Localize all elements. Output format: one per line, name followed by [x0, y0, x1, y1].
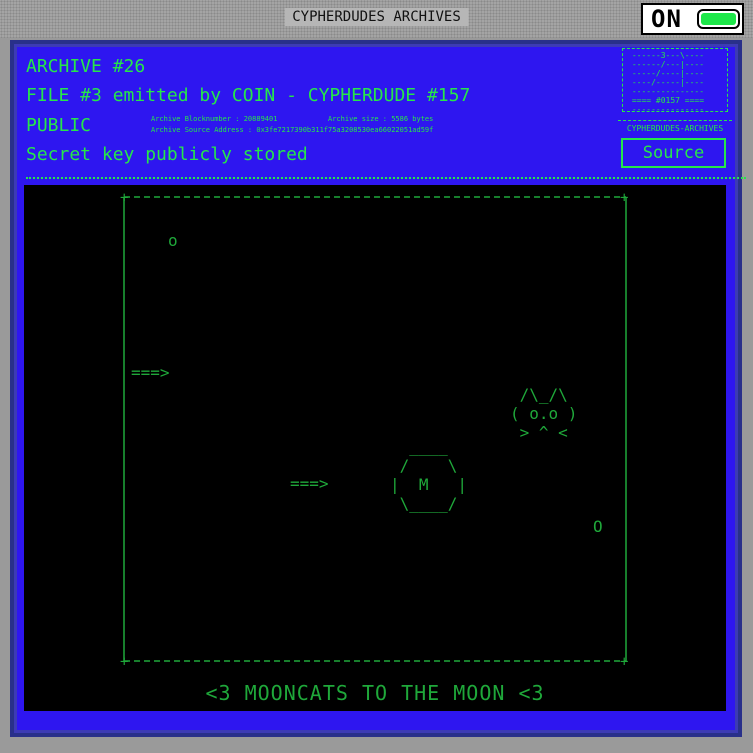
title-bar: CYPHERDUDES ARCHIVES ON [0, 0, 753, 38]
svg-text:+: + [120, 654, 128, 670]
status-text: Secret key publicly stored [26, 144, 308, 165]
planet-o: O [593, 517, 603, 536]
window-title: CYPHERDUDES ARCHIVES [284, 8, 469, 26]
archive-size: Archive size : 5586 bytes [328, 115, 434, 123]
archive-source-address: Archive Source Address : 0x3fe7217390b31… [151, 126, 434, 134]
source-button[interactable]: Source [621, 138, 726, 168]
archive-blocknumber: Archive Blocknumber : 20889401 [151, 115, 278, 123]
arrow-mid: ===> [290, 474, 329, 493]
svg-text:+: + [620, 654, 628, 670]
file-info: FILE #3 emitted by COIN - CYPHERDUDE #15… [26, 85, 471, 106]
arrow-left: ===> [131, 363, 170, 382]
power-toggle[interactable]: ON [641, 3, 744, 35]
divider [26, 177, 746, 179]
svg-text:+: + [120, 190, 128, 206]
battery-fill [701, 13, 736, 25]
ascii-frame: + + + + [120, 190, 628, 670]
scene-caption: <3 MOONCATS TO THE MOON <3 [205, 681, 545, 705]
logo-caption: CYPHERDUDES-ARCHIVES [618, 120, 732, 133]
archive-panel: ARCHIVE #26 FILE #3 emitted by COIN - CY… [10, 40, 746, 737]
moon-ascii: ____ / \ | M | \____/ [390, 437, 468, 513]
mooncat-ascii: /\_/\ ( o.o ) > ^ < [510, 385, 578, 442]
visibility-label: PUBLIC [26, 115, 92, 136]
star-small: o [168, 231, 178, 250]
power-label: ON [651, 5, 682, 33]
battery-icon [697, 9, 740, 29]
svg-text:+: + [620, 190, 628, 206]
cypherdude-logo: ------3---\---- ------/---|---- -----/--… [622, 48, 728, 112]
archive-number: ARCHIVE #26 [26, 56, 146, 77]
ascii-screen: + + + + o ===> /\_/\ ( o.o ) > ^ < ===> … [24, 185, 726, 711]
